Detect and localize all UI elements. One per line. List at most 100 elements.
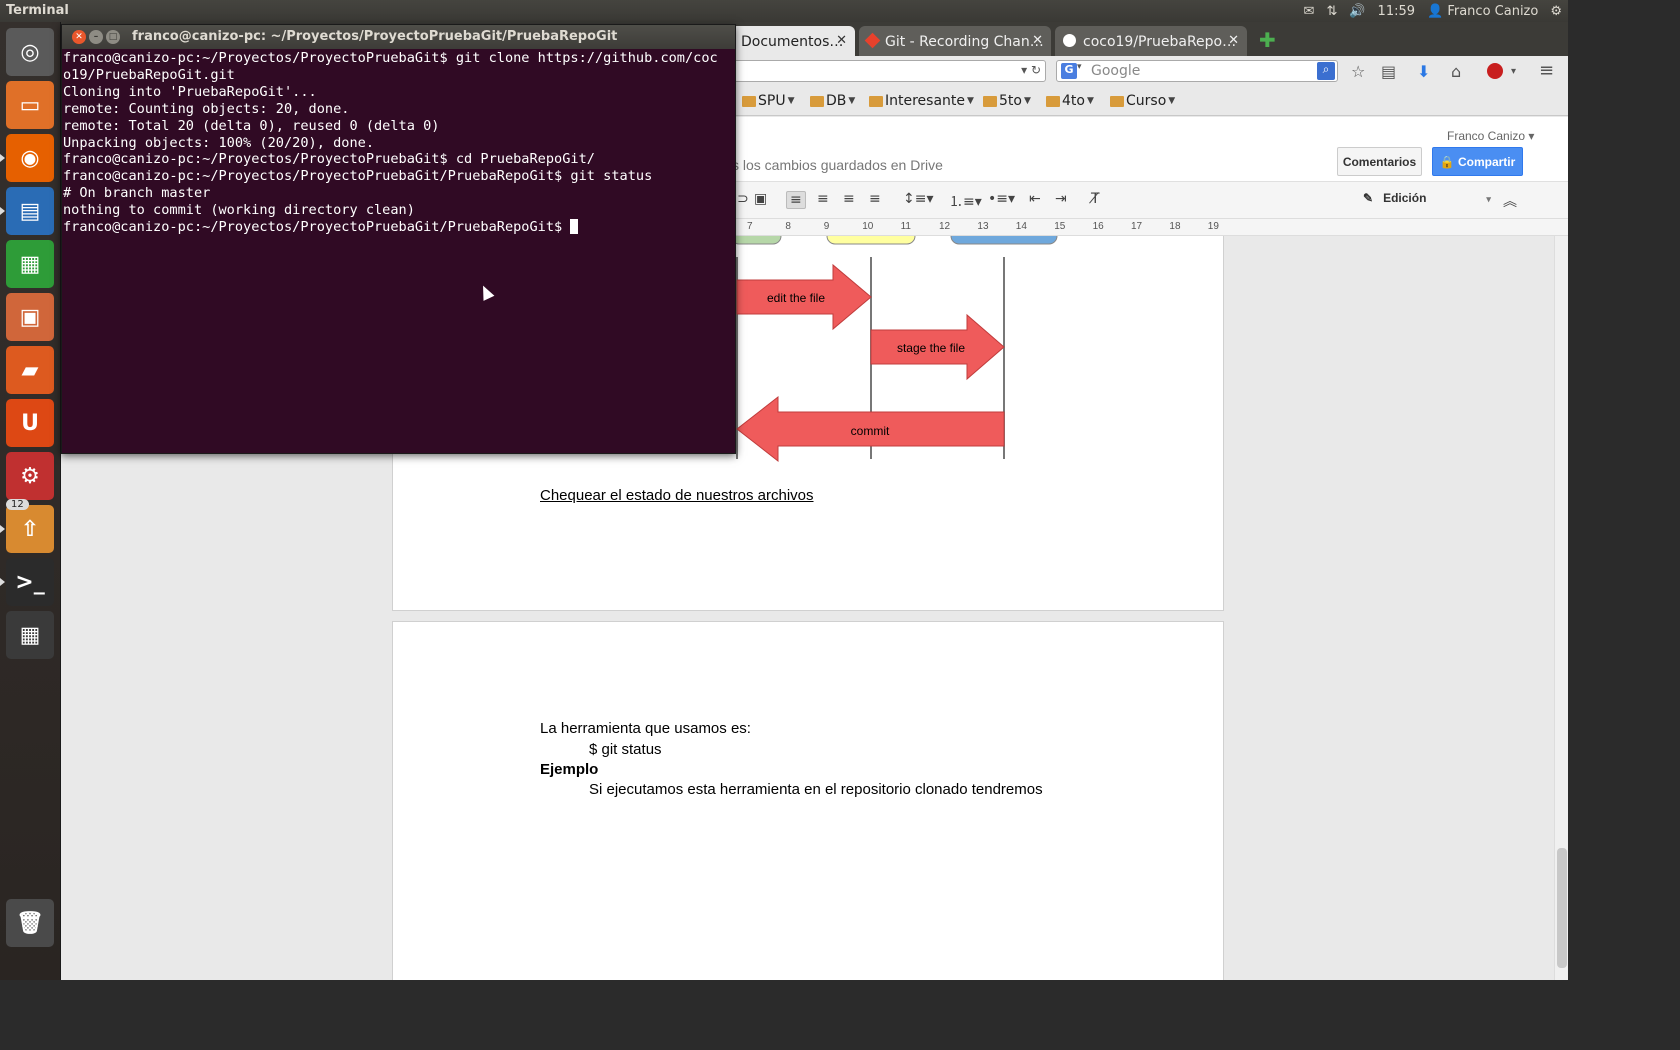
github-icon [1063, 34, 1076, 47]
new-tab-button[interactable]: ✚ [1259, 28, 1276, 52]
ruler-tick: 9 [823, 221, 830, 232]
comment-icon[interactable]: ▣ [754, 191, 767, 207]
launcher-calc[interactable]: ▦ [6, 240, 54, 288]
user-icon: 👤 [1427, 3, 1444, 19]
clock[interactable]: 11:59 [1378, 4, 1415, 19]
bookmark-interesante[interactable]: Interesante ▼ [869, 93, 974, 109]
section-heading-link[interactable]: Chequear el estado de nuestros archivos [540, 487, 814, 504]
google-icon[interactable]: G [1061, 63, 1077, 79]
tab-github[interactable]: coco19/PruebaRepo… ✕ [1055, 26, 1247, 56]
chevron-down-icon: ▼ [787, 96, 795, 106]
decrease-indent-icon[interactable]: ⇤ [1029, 191, 1041, 207]
launcher-impress[interactable]: ▣ [6, 293, 54, 341]
state-box-unmodified [730, 236, 782, 245]
terminal-prompt-line[interactable]: franco@canizo-pc:~/Proyectos/ProyectoPru… [63, 219, 735, 236]
close-tab-icon[interactable]: ✕ [836, 33, 847, 48]
terminal-titlebar[interactable]: ✕ – □ franco@canizo-pc: ~/Proyectos/Proy… [62, 25, 735, 49]
align-center-icon[interactable]: ≡ [817, 191, 829, 207]
terminal-window[interactable]: ✕ – □ franco@canizo-pc: ~/Proyectos/Proy… [61, 24, 736, 454]
launcher-dash-home[interactable]: ◎ [6, 28, 54, 76]
launcher-writer[interactable]: ▤ [0, 187, 54, 235]
adblock-icon[interactable] [1487, 63, 1503, 79]
numbered-list-icon[interactable]: ⒈≡▾ [949, 191, 982, 211]
bookmark-db[interactable]: DB ▼ [810, 93, 855, 109]
user-menu[interactable]: 👤 Franco Canizo [1427, 4, 1538, 19]
folder-icon [742, 95, 756, 107]
adblock-dropdown-icon[interactable]: ▾ [1511, 66, 1516, 77]
bookmark-label: 5to [999, 93, 1022, 109]
bookmark-5to[interactable]: 5to ▼ [983, 93, 1031, 109]
close-tab-icon[interactable]: ✕ [1228, 33, 1239, 48]
bookmark-star-icon[interactable]: ☆ [1351, 62, 1365, 81]
bulleted-list-icon[interactable]: •≡▾ [988, 191, 1015, 207]
launcher-trash[interactable]: 🗑 [6, 899, 54, 947]
launcher-terminal[interactable]: >_ [0, 558, 54, 606]
bookmark-4to[interactable]: 4to ▼ [1046, 93, 1094, 109]
menu-icon[interactable]: ≡ [1539, 60, 1554, 81]
system-settings-icon: ⚙ [20, 463, 40, 489]
close-tab-icon[interactable]: ✕ [1032, 33, 1043, 48]
launcher-firefox[interactable]: ◉ [0, 134, 54, 182]
paragraph: Si ejecutamos esta herramienta en el rep… [589, 781, 1043, 798]
volume-icon[interactable]: 🔊 [1349, 4, 1365, 19]
ruler-tick: 10 [862, 221, 874, 232]
indicator-area: ✉ ⇅ 🔊 11:59 👤 Franco Canizo ⚙ [1304, 0, 1568, 22]
ruler-tick: 11 [900, 221, 911, 232]
tab-documentos[interactable]: Documentos… ✕ [731, 26, 855, 56]
workspace-switcher-icon: ▦ [19, 622, 41, 648]
scrollbar[interactable] [1554, 236, 1568, 980]
gear-icon[interactable]: ⚙ [1550, 4, 1562, 19]
terminal-output[interactable]: franco@canizo-pc:~/Proyectos/ProyectoPru… [63, 50, 735, 236]
chevron-down-icon: ▼ [1023, 96, 1031, 106]
tab-git-recording[interactable]: Git - Recording Chan… ✕ [859, 26, 1051, 56]
chevron-down-icon: ▼ [1168, 96, 1176, 106]
search-icon[interactable]: ⌕ [1317, 62, 1335, 80]
launcher-update-manager[interactable]: ⇧ 12 [0, 499, 54, 553]
user-name: Franco Canizo [1447, 3, 1539, 19]
reload-icon[interactable]: ↻ [1031, 63, 1041, 77]
align-left-icon[interactable]: ≡ [786, 191, 806, 209]
collapse-menu-icon[interactable]: ︽ [1503, 191, 1517, 211]
url-bar[interactable]: ▾ ↻ [701, 60, 1046, 82]
line-spacing-icon[interactable]: ↕≡▾ [903, 191, 934, 207]
launcher-workspace-switcher[interactable]: ▦ [6, 611, 54, 659]
align-right-icon[interactable]: ≡ [843, 191, 855, 207]
mail-icon[interactable]: ✉ [1304, 4, 1315, 19]
bookmark-label: SPU [758, 93, 786, 109]
reading-list-icon[interactable]: ▤ [1381, 62, 1396, 81]
search-input[interactable]: G ▾ Google ⌕ [1056, 60, 1338, 82]
launcher-software-center[interactable]: ▰ [6, 346, 54, 394]
minimize-icon[interactable]: – [89, 30, 103, 44]
update-count-badge: 12 [6, 499, 29, 510]
network-icon[interactable]: ⇅ [1326, 4, 1337, 19]
running-indicator [0, 578, 5, 586]
link-icon[interactable]: ⊃ [737, 191, 749, 207]
launcher-system-settings[interactable]: ⚙ [6, 452, 54, 500]
comments-button[interactable]: Comentarios [1337, 147, 1422, 176]
home-icon[interactable]: ⌂ [1451, 62, 1461, 81]
clear-formatting-icon[interactable]: T̸ [1091, 191, 1100, 207]
engine-dropdown-icon[interactable]: ▾ [1077, 62, 1082, 72]
scrollbar-thumb[interactable] [1557, 848, 1567, 968]
bookmark-spu[interactable]: SPU ▼ [742, 93, 795, 109]
align-justify-icon[interactable]: ≡ [869, 191, 881, 207]
share-button[interactable]: 🔒 Compartir [1432, 147, 1523, 176]
ruler-tick: 18 [1169, 221, 1181, 232]
account-menu[interactable]: Franco Canizo ▾ [1447, 129, 1534, 143]
terminal-line: franco@canizo-pc:~/Proyectos/ProyectoPru… [63, 50, 718, 66]
calc-icon: ▦ [19, 251, 41, 277]
code-line: $ git status [589, 741, 662, 758]
close-icon[interactable]: ✕ [72, 30, 86, 44]
bookmark-curso[interactable]: Curso ▼ [1110, 93, 1175, 109]
maximize-icon[interactable]: □ [106, 30, 120, 44]
increase-indent-icon[interactable]: ⇥ [1055, 191, 1067, 207]
terminal-line: o19/PruebaRepoGit.git [63, 66, 235, 83]
launcher-files[interactable]: ▭ [6, 81, 54, 129]
folder-icon [1110, 95, 1124, 107]
launcher-ubuntu-one[interactable]: U [6, 399, 54, 447]
edit-mode-dropdown[interactable]: ✎ Edición ▾ [1363, 191, 1491, 205]
dropdown-icon[interactable]: ▾ [1021, 63, 1027, 77]
download-icon[interactable]: ⬇ [1417, 62, 1430, 81]
terminal-cursor [570, 219, 579, 235]
chevron-down-icon: ▾ [1486, 194, 1491, 204]
